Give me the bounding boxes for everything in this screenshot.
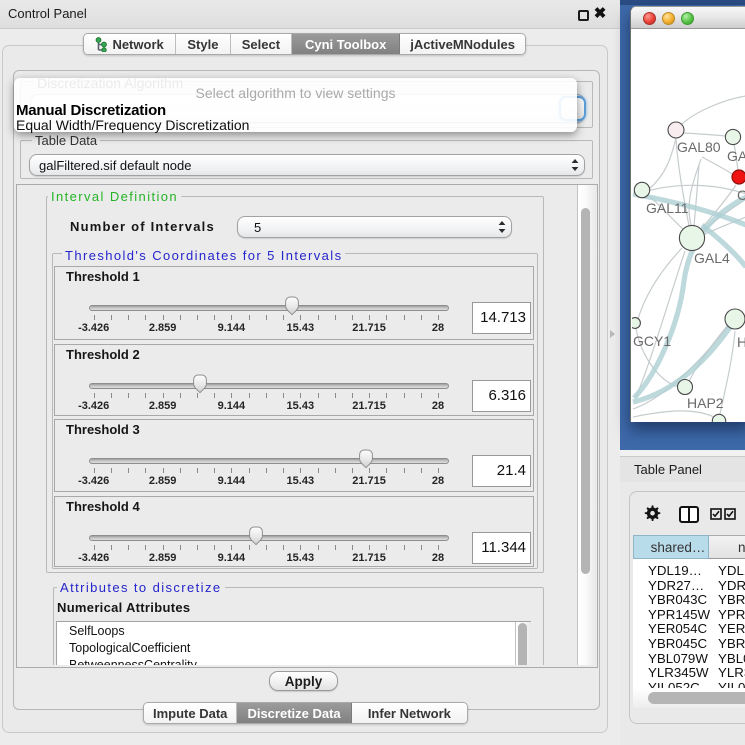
svg-text:GAL11: GAL11 [646,200,689,216]
svg-text:H: H [737,334,745,350]
svg-text:GAL4: GAL4 [694,250,730,266]
svg-text:GA: GA [727,148,745,164]
svg-text:C: C [737,187,745,203]
svg-text:GAL80: GAL80 [677,139,721,155]
svg-text:HAP2: HAP2 [687,395,724,411]
svg-text:GCY1: GCY1 [633,333,671,349]
